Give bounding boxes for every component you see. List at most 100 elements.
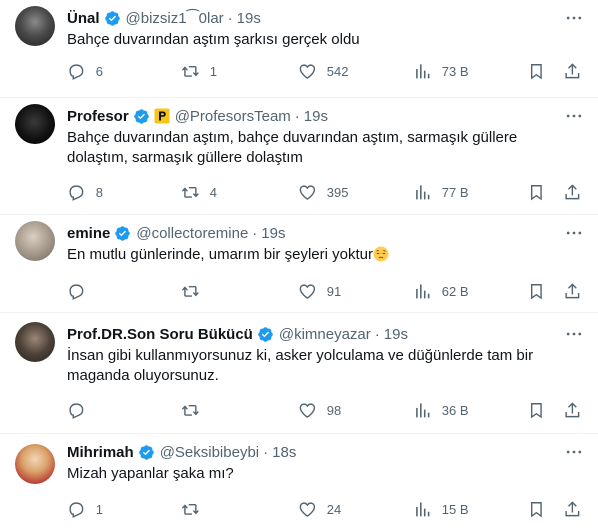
handle[interactable]: @collectoremine xyxy=(136,225,248,242)
like-button[interactable]: 395 xyxy=(298,182,348,202)
views-chart-icon xyxy=(416,63,430,79)
separator-dot: · xyxy=(374,325,380,343)
views-button[interactable]: 15 B xyxy=(413,499,469,519)
avatar[interactable] xyxy=(15,444,55,484)
tweet-header: Profesor @ProfesorsTeam · 19s xyxy=(67,106,328,126)
share-button[interactable] xyxy=(563,281,582,301)
share-button[interactable] xyxy=(563,499,582,519)
like-button[interactable]: 91 xyxy=(298,281,341,301)
views-chart-icon xyxy=(416,501,430,517)
display-name[interactable]: Mihrimah xyxy=(67,444,134,461)
avatar[interactable] xyxy=(15,104,55,144)
avatar[interactable] xyxy=(15,6,55,46)
view-count: 15 B xyxy=(441,501,469,517)
views-button[interactable]: 36 B xyxy=(413,400,469,420)
retweet-button[interactable]: 1 xyxy=(181,61,217,81)
bookmark-icon xyxy=(530,283,542,299)
timestamp[interactable]: 19s xyxy=(304,108,328,125)
tweet[interactable]: Profesor @ProfesorsTeam · 19s Bahçe duva… xyxy=(0,98,598,215)
action-bar: 98 36 B xyxy=(67,400,587,420)
share-icon xyxy=(565,183,580,199)
tweet[interactable]: Ünal @bizsiz1⁀0lar · 19s Bahçe duvarında… xyxy=(0,0,598,98)
more-options-icon[interactable] xyxy=(564,106,584,126)
retweet-count: 4 xyxy=(209,184,217,200)
display-name[interactable]: Prof.DR.Son Soru Bükücü xyxy=(67,326,253,343)
retweet-icon xyxy=(181,65,199,77)
bookmark-button[interactable] xyxy=(527,281,546,301)
tweet-text: Mizah yapanlar şaka mı? xyxy=(67,465,234,482)
tweet-text-wrap: En mutlu günlerinde, umarım bir şeyleri … xyxy=(67,245,577,265)
action-bar: 8 4 395 77 B xyxy=(67,182,587,202)
more-options-icon[interactable] xyxy=(564,324,584,344)
bookmark-button[interactable] xyxy=(527,182,546,202)
views-button[interactable]: 62 B xyxy=(413,281,469,301)
reply-button[interactable] xyxy=(67,400,96,420)
heart-icon xyxy=(299,284,316,299)
like-button[interactable]: 542 xyxy=(298,61,348,81)
display-name[interactable]: emine xyxy=(67,225,110,242)
like-button[interactable]: 98 xyxy=(298,400,341,420)
reply-icon xyxy=(69,64,84,80)
tweet[interactable]: Mihrimah @Seksibibeybi · 18s Mizah yapan… xyxy=(0,434,598,528)
like-count: 395 xyxy=(326,184,349,200)
avatar[interactable] xyxy=(15,221,55,261)
handle[interactable]: @Seksibibeybi xyxy=(160,444,259,461)
bookmark-icon xyxy=(530,501,542,517)
reply-icon xyxy=(69,284,84,300)
more-options-icon[interactable] xyxy=(564,8,584,28)
bookmark-button[interactable] xyxy=(527,499,546,519)
pensive-face-emoji-icon xyxy=(373,246,389,262)
retweet-button[interactable] xyxy=(181,400,210,420)
like-count: 98 xyxy=(326,402,342,418)
retweet-count: 1 xyxy=(209,63,217,79)
tweet-text: Bahçe duvarından aştım, bahçe duvarından… xyxy=(67,129,518,166)
tweet[interactable]: emine @collectoremine · 19s En mutlu gün… xyxy=(0,215,598,313)
retweet-button[interactable] xyxy=(181,499,210,519)
reply-count: 1 xyxy=(95,501,103,517)
tweet-header: emine @collectoremine · 19s xyxy=(67,223,285,243)
handle[interactable]: @ProfesorsTeam xyxy=(175,108,291,125)
bookmark-button[interactable] xyxy=(527,61,546,81)
avatar[interactable] xyxy=(15,322,55,362)
view-count: 77 B xyxy=(441,184,469,200)
more-options-icon[interactable] xyxy=(564,442,584,462)
verified-badge-icon xyxy=(258,326,273,342)
like-button[interactable]: 24 xyxy=(298,499,341,519)
tweet-header: Prof.DR.Son Soru Bükücü @kimneyazar · 19… xyxy=(67,324,408,344)
timestamp[interactable]: 19s xyxy=(237,10,261,27)
share-button[interactable] xyxy=(563,61,582,81)
affiliate-badge-icon[interactable] xyxy=(154,108,170,124)
bookmark-button[interactable] xyxy=(527,400,546,420)
retweet-button[interactable]: 4 xyxy=(181,182,217,202)
like-count: 24 xyxy=(326,501,342,517)
reply-count: 6 xyxy=(95,63,103,79)
view-count: 73 B xyxy=(441,63,469,79)
timestamp[interactable]: 18s xyxy=(272,444,296,461)
more-options-icon[interactable] xyxy=(564,223,584,243)
bookmark-icon xyxy=(530,402,542,418)
views-button[interactable]: 73 B xyxy=(413,61,469,81)
verified-badge-icon xyxy=(115,225,131,241)
handle[interactable]: @bizsiz1⁀0lar xyxy=(126,9,224,27)
share-button[interactable] xyxy=(563,400,582,420)
handle[interactable]: @kimneyazar xyxy=(279,326,371,343)
views-chart-icon xyxy=(416,283,430,299)
tweet-text: Bahçe duvarından aştım şarkısı gerçek ol… xyxy=(67,31,360,48)
reply-button[interactable]: 6 xyxy=(67,61,103,81)
separator-dot: · xyxy=(227,9,233,27)
views-button[interactable]: 77 B xyxy=(413,182,469,202)
display-name[interactable]: Profesor xyxy=(67,108,129,125)
share-icon xyxy=(565,401,580,417)
timestamp[interactable]: 19s xyxy=(384,326,408,343)
action-bar: 91 62 B xyxy=(67,281,587,301)
share-button[interactable] xyxy=(563,182,582,202)
reply-button[interactable]: 1 xyxy=(67,499,103,519)
reply-button[interactable] xyxy=(67,281,96,301)
timestamp[interactable]: 19s xyxy=(261,225,285,242)
tweet[interactable]: Prof.DR.Son Soru Bükücü @kimneyazar · 19… xyxy=(0,316,598,434)
retweet-button[interactable] xyxy=(181,281,210,301)
display-name[interactable]: Ünal xyxy=(67,10,100,27)
action-bar: 1 24 15 B xyxy=(67,499,587,519)
reply-button[interactable]: 8 xyxy=(67,182,103,202)
share-icon xyxy=(565,282,580,298)
